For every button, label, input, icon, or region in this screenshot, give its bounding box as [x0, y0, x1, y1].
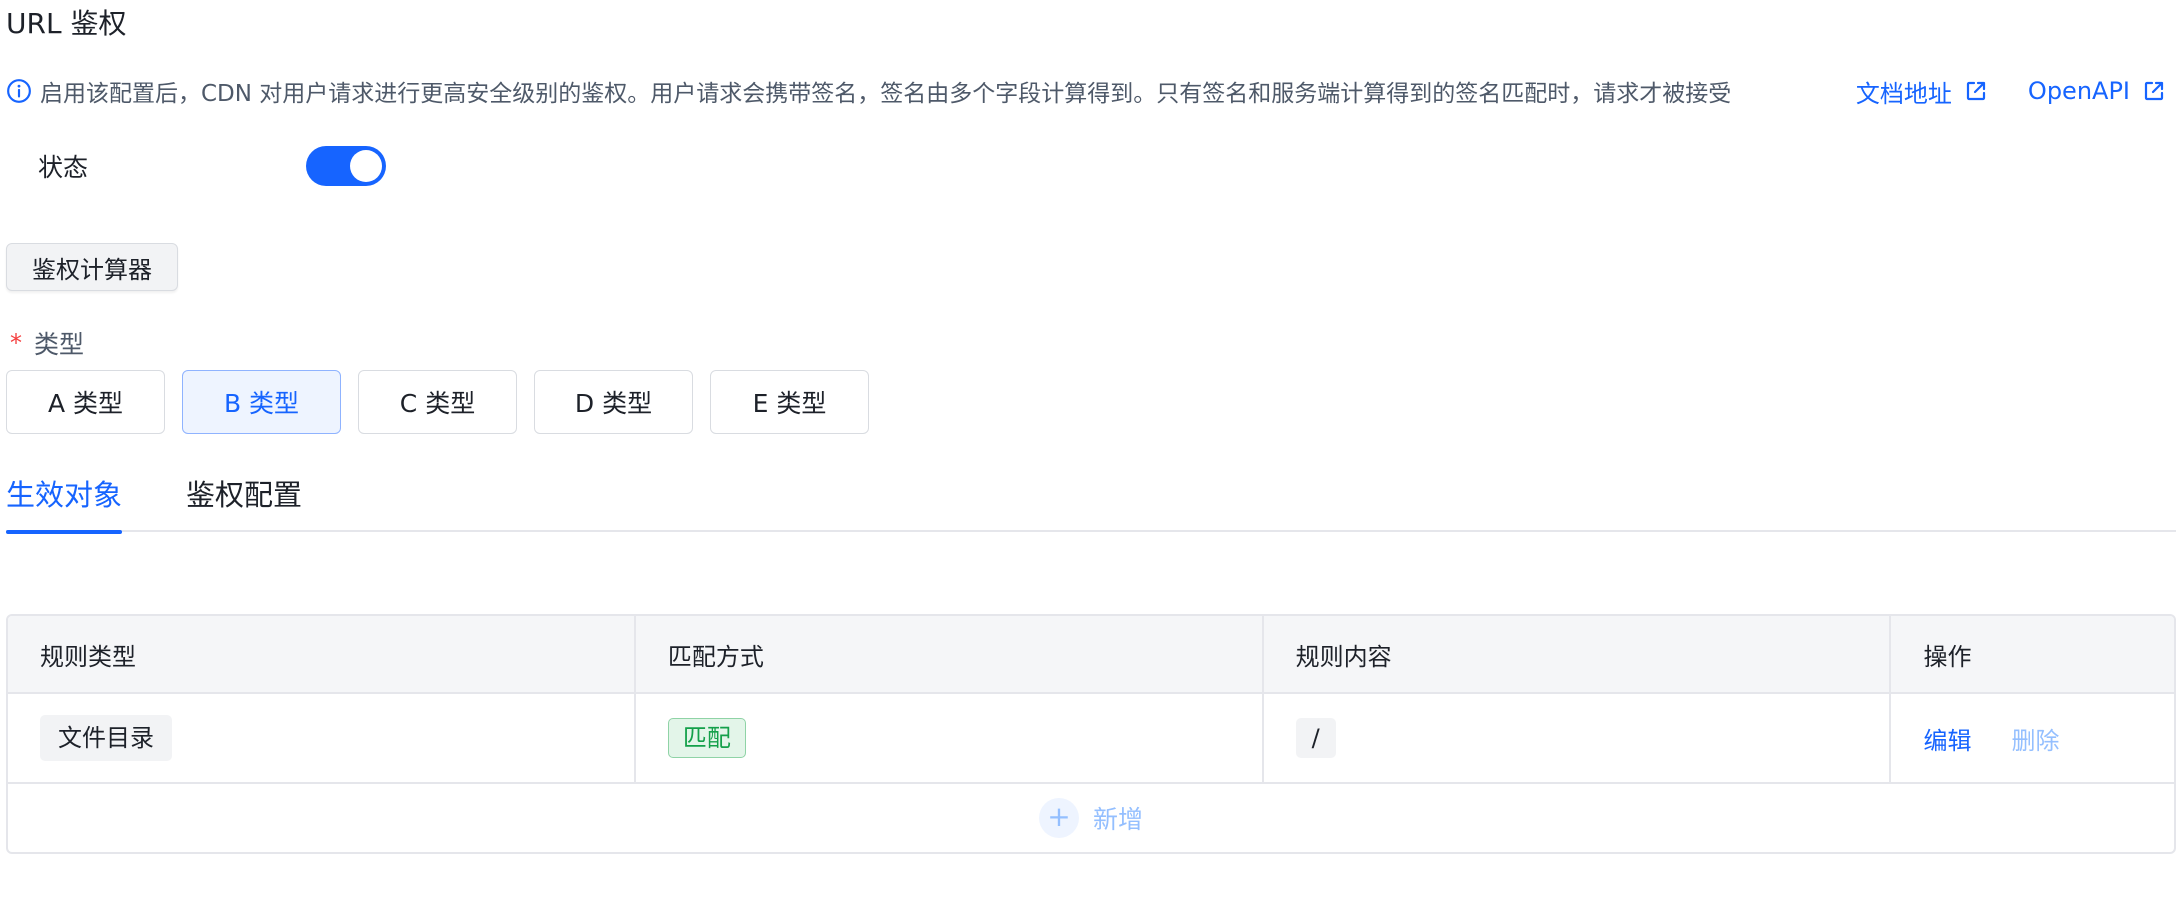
type-option-c[interactable]: C 类型 [358, 370, 517, 434]
content-cell: / [1264, 694, 1892, 782]
doc-link[interactable]: 文档地址 [1856, 74, 1988, 109]
type-options: A 类型 B 类型 C 类型 D 类型 E 类型 [6, 370, 886, 434]
column-header-rule-type: 规则类型 [8, 616, 636, 692]
info-icon [7, 79, 31, 103]
tab-auth-config[interactable]: 鉴权配置 [186, 470, 302, 532]
plus-icon: + [1038, 798, 1079, 838]
column-header-match: 匹配方式 [636, 616, 1264, 692]
type-label-text: 类型 [34, 330, 85, 359]
type-option-e[interactable]: E 类型 [710, 370, 869, 434]
openapi-link-label: OpenAPI [2027, 77, 2130, 105]
status-toggle[interactable] [306, 146, 386, 186]
url-auth-page: URL 鉴权 启用该配置后，CDN 对用户请求进行更高安全级别的鉴权。用户请求会… [0, 0, 2182, 904]
table-header: 规则类型 匹配方式 规则内容 操作 [8, 616, 2174, 694]
tab-bar: 生效对象 鉴权配置 [6, 470, 2176, 534]
add-rule-label: 新增 [1092, 805, 1143, 834]
type-option-a[interactable]: A 类型 [6, 370, 165, 434]
rules-table: 规则类型 匹配方式 规则内容 操作 文件目录 匹配 / 编辑 删除 + 新增 [6, 614, 2176, 854]
match-tag: 匹配 [667, 718, 746, 758]
openapi-link[interactable]: OpenAPI [2028, 77, 2166, 105]
match-cell: 匹配 [636, 694, 1264, 782]
rule-content-chip: / [1295, 718, 1336, 758]
delete-link[interactable]: 删除 [2011, 721, 2059, 756]
page-title: URL 鉴权 [6, 7, 127, 40]
type-field-label: * 类型 [10, 325, 84, 361]
edit-link[interactable]: 编辑 [1923, 721, 1971, 756]
actions-cell: 编辑 删除 [1891, 694, 2174, 782]
auth-calculator-button[interactable]: 鉴权计算器 [6, 243, 178, 291]
rule-type-chip: 文件目录 [40, 715, 172, 761]
column-header-actions: 操作 [1923, 642, 1972, 671]
type-option-b[interactable]: B 类型 [182, 370, 341, 434]
required-mark: * [10, 329, 22, 357]
type-option-d[interactable]: D 类型 [534, 370, 693, 434]
column-header-content: 规则内容 [1264, 616, 1892, 692]
add-rule-button[interactable]: + 新增 [8, 784, 2174, 852]
toggle-knob [350, 150, 382, 182]
table-row: 文件目录 匹配 / 编辑 删除 [8, 694, 2174, 784]
rule-type-cell: 文件目录 [8, 694, 636, 782]
notice-links: 文档地址 OpenAPI [1856, 73, 2166, 109]
doc-link-label: 文档地址 [1855, 79, 1952, 108]
external-link-icon [2144, 81, 2164, 101]
notice-text: 启用该配置后，CDN 对用户请求进行更高安全级别的鉴权。用户请求会携带签名，签名… [40, 81, 1732, 107]
external-link-icon [1966, 81, 1986, 101]
tab-effective-target[interactable]: 生效对象 [6, 470, 123, 534]
info-notice: 启用该配置后，CDN 对用户请求进行更高安全级别的鉴权。用户请求会携带签名，签名… [6, 73, 2166, 109]
status-label: 状态 [38, 153, 89, 182]
status-row: 状态 [38, 145, 386, 187]
